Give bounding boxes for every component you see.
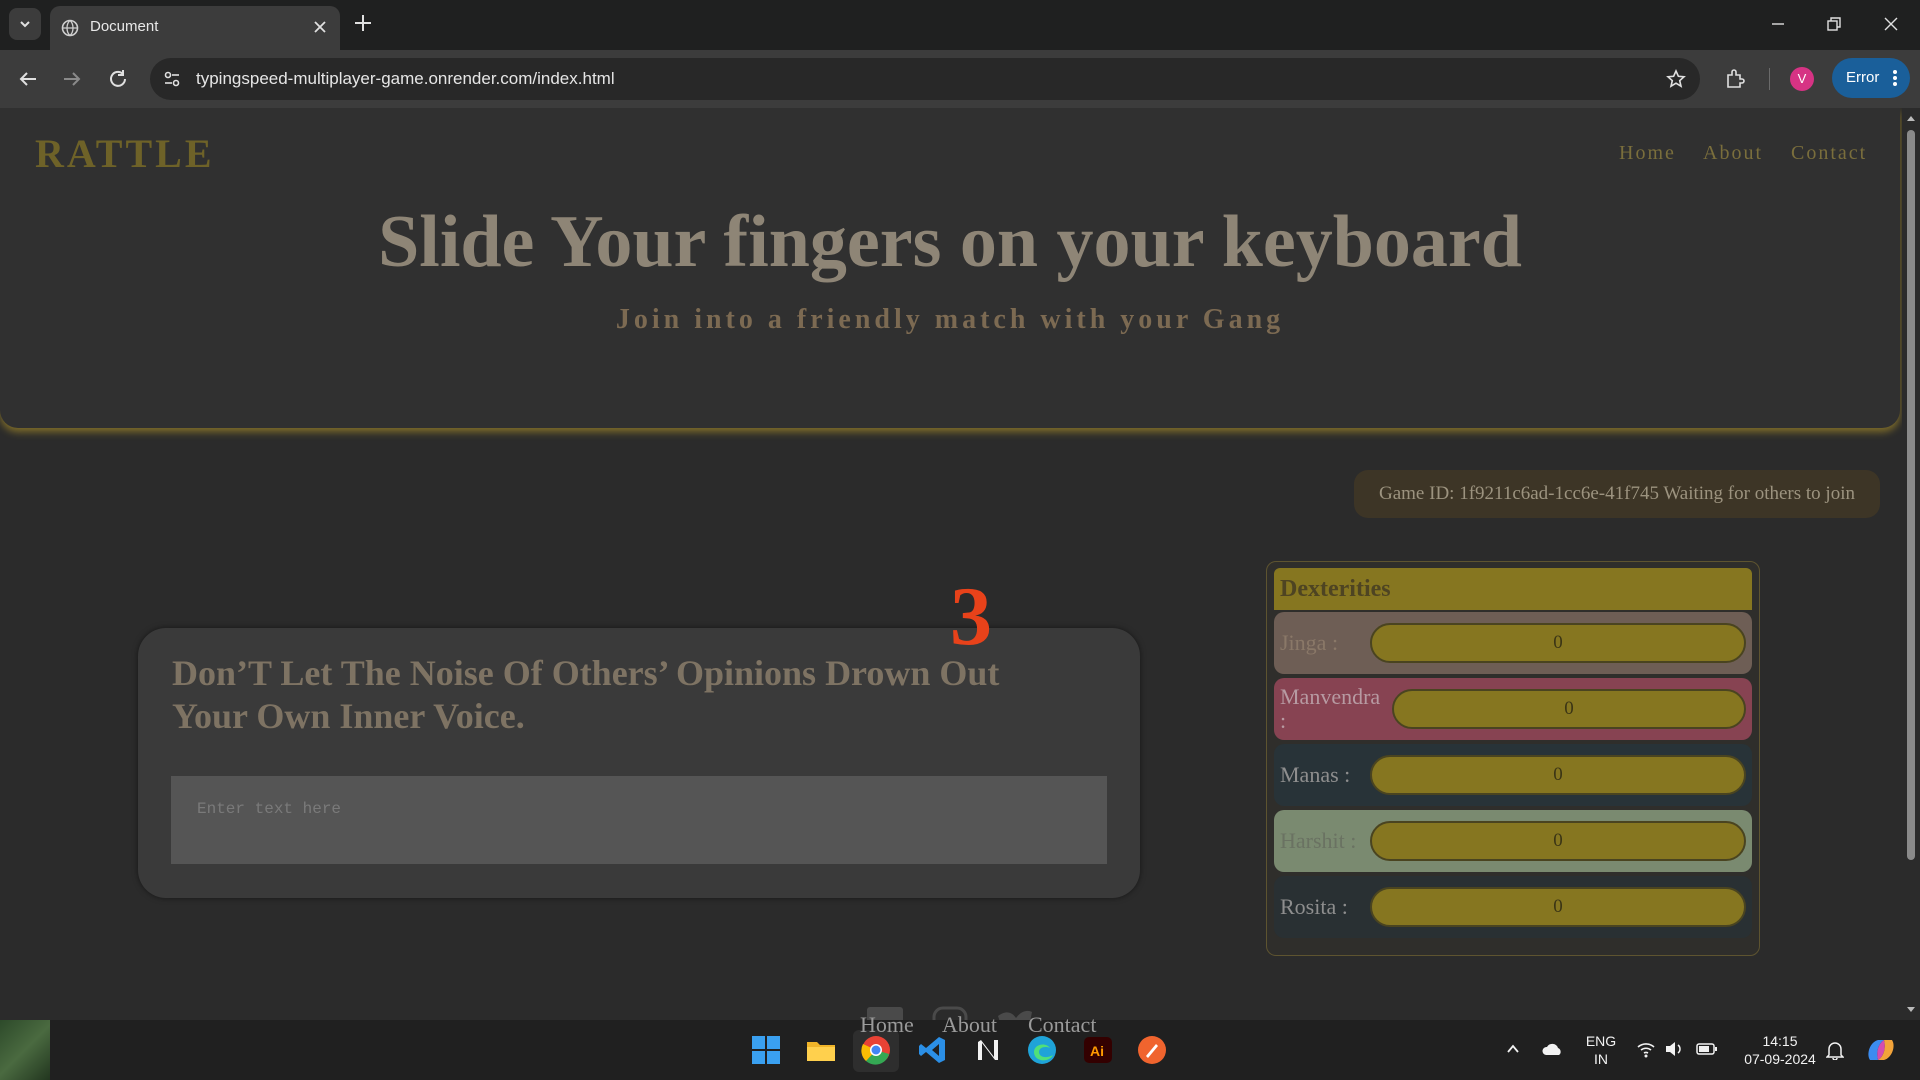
site-info-icon[interactable] (162, 69, 182, 89)
svg-text:Ai: Ai (1090, 1043, 1104, 1059)
address-bar[interactable]: typingspeed-multiplayer-game.onrender.co… (150, 58, 1700, 100)
language-code: ENG (1585, 1033, 1617, 1049)
vscode-icon[interactable] (916, 1034, 948, 1066)
illustrator-icon[interactable]: Ai (1082, 1034, 1114, 1066)
new-tab-icon[interactable] (353, 13, 373, 33)
clock-date: 07-09-2024 (1744, 1051, 1816, 1067)
bookmark-star-icon[interactable] (1666, 69, 1686, 89)
toolbar-divider (1769, 68, 1770, 90)
site-logo[interactable]: RATTLE (35, 130, 215, 177)
error-label: Error (1846, 69, 1880, 86)
quote-text: Don’T Let The Noise Of Others’ Opinions … (172, 653, 1000, 736)
hero-title: Slide Your fingers on your keyboard (378, 201, 1522, 283)
player-name: Rosita : (1280, 894, 1348, 919)
notion-icon[interactable] (972, 1034, 1004, 1066)
language-indicator[interactable]: ENG IN (1583, 1032, 1619, 1068)
tray-chevron-up-icon[interactable] (1506, 1042, 1520, 1056)
footer-contact-link[interactable]: Contact (1028, 1012, 1096, 1038)
page-viewport: RATTLE Home About Contact Slide Your fin… (0, 108, 1902, 1020)
windows-start-icon[interactable] (750, 1034, 782, 1066)
clock[interactable]: 14:15 07-09-2024 (1732, 1032, 1828, 1068)
nav-about[interactable]: About (1703, 142, 1763, 165)
back-icon[interactable] (16, 67, 40, 91)
restore-icon[interactable] (1824, 14, 1844, 34)
forward-icon[interactable] (60, 67, 84, 91)
player-progress-bar: 0 (1370, 887, 1746, 927)
player-progress-bar: 0 (1392, 689, 1746, 729)
more-menu-icon (1893, 70, 1897, 86)
url-text: typingspeed-multiplayer-game.onrender.co… (196, 69, 615, 88)
player-row: Manvendra : 0 (1274, 678, 1752, 740)
brave-orange-app-icon[interactable] (1136, 1034, 1168, 1066)
scrollbar-thumb[interactable] (1907, 130, 1915, 860)
notification-bell-icon[interactable] (1826, 1040, 1844, 1060)
leaderboard-title: Dexterities (1274, 568, 1752, 610)
browser-tab-bar: Document (0, 0, 1920, 50)
chevron-down-icon (20, 21, 30, 28)
minimize-icon[interactable] (1768, 14, 1788, 34)
nav-contact[interactable]: Contact (1791, 142, 1867, 165)
player-row: Rosita : 0 (1274, 876, 1752, 938)
nav-home[interactable]: Home (1619, 142, 1676, 165)
wifi-icon[interactable] (1636, 1040, 1656, 1058)
profile-avatar[interactable]: V (1790, 67, 1814, 91)
region-code: IN (1594, 1051, 1608, 1067)
widgets-thumbnail[interactable] (0, 1020, 50, 1080)
onedrive-cloud-icon[interactable] (1541, 1042, 1563, 1056)
page-scrollbar[interactable] (1902, 108, 1920, 1020)
player-row: Jinga : 0 (1274, 612, 1752, 674)
footer-home-link[interactable]: Home (860, 1012, 914, 1038)
close-tab-icon[interactable] (312, 19, 328, 35)
copilot-icon[interactable] (1864, 1034, 1898, 1066)
volume-icon[interactable] (1664, 1040, 1684, 1058)
clock-time: 14:15 (1762, 1033, 1798, 1049)
leaderboard: Dexterities Jinga : 0 Manvendra : 0 Mana… (1266, 561, 1760, 956)
game-status-banner: Game ID: 1f9211c6ad-1cc6e-41f745 Waiting… (1354, 470, 1880, 518)
player-progress-bar: 0 (1370, 821, 1746, 861)
file-explorer-icon[interactable] (805, 1034, 837, 1066)
error-button[interactable]: Error (1832, 58, 1910, 98)
browser-tab[interactable]: Document (50, 6, 340, 50)
player-row: Manas : 0 (1274, 744, 1752, 806)
player-progress-bar: 0 (1370, 755, 1746, 795)
browser-toolbar: typingspeed-multiplayer-game.onrender.co… (0, 50, 1920, 108)
typing-input[interactable] (171, 776, 1107, 864)
scroll-up-icon[interactable] (1906, 114, 1916, 122)
player-name: Harshit : (1280, 828, 1357, 853)
countdown-number: 3 (950, 570, 992, 663)
player-name: Manvendra : (1280, 684, 1381, 733)
reload-icon[interactable] (106, 67, 130, 91)
hero-header: RATTLE Home About Contact Slide Your fin… (0, 108, 1900, 428)
footer-about-link[interactable]: About (942, 1012, 997, 1038)
player-row: Harshit : 0 (1274, 810, 1752, 872)
tab-title: Document (90, 18, 159, 35)
player-name: Jinga : (1280, 630, 1339, 655)
hero-subtitle: Join into a friendly match with your Gan… (615, 304, 1285, 335)
edge-icon[interactable] (1026, 1034, 1058, 1066)
globe-icon (61, 19, 79, 37)
tab-search-button[interactable] (9, 8, 41, 40)
typing-panel: Don’T Let The Noise Of Others’ Opinions … (138, 628, 1140, 898)
extensions-icon[interactable] (1723, 67, 1747, 91)
battery-icon[interactable] (1696, 1042, 1718, 1056)
player-name: Manas : (1280, 762, 1351, 787)
scroll-down-icon[interactable] (1906, 1006, 1916, 1014)
player-progress-bar: 0 (1370, 623, 1746, 663)
close-window-icon[interactable] (1881, 14, 1901, 34)
chrome-icon[interactable] (860, 1034, 892, 1066)
